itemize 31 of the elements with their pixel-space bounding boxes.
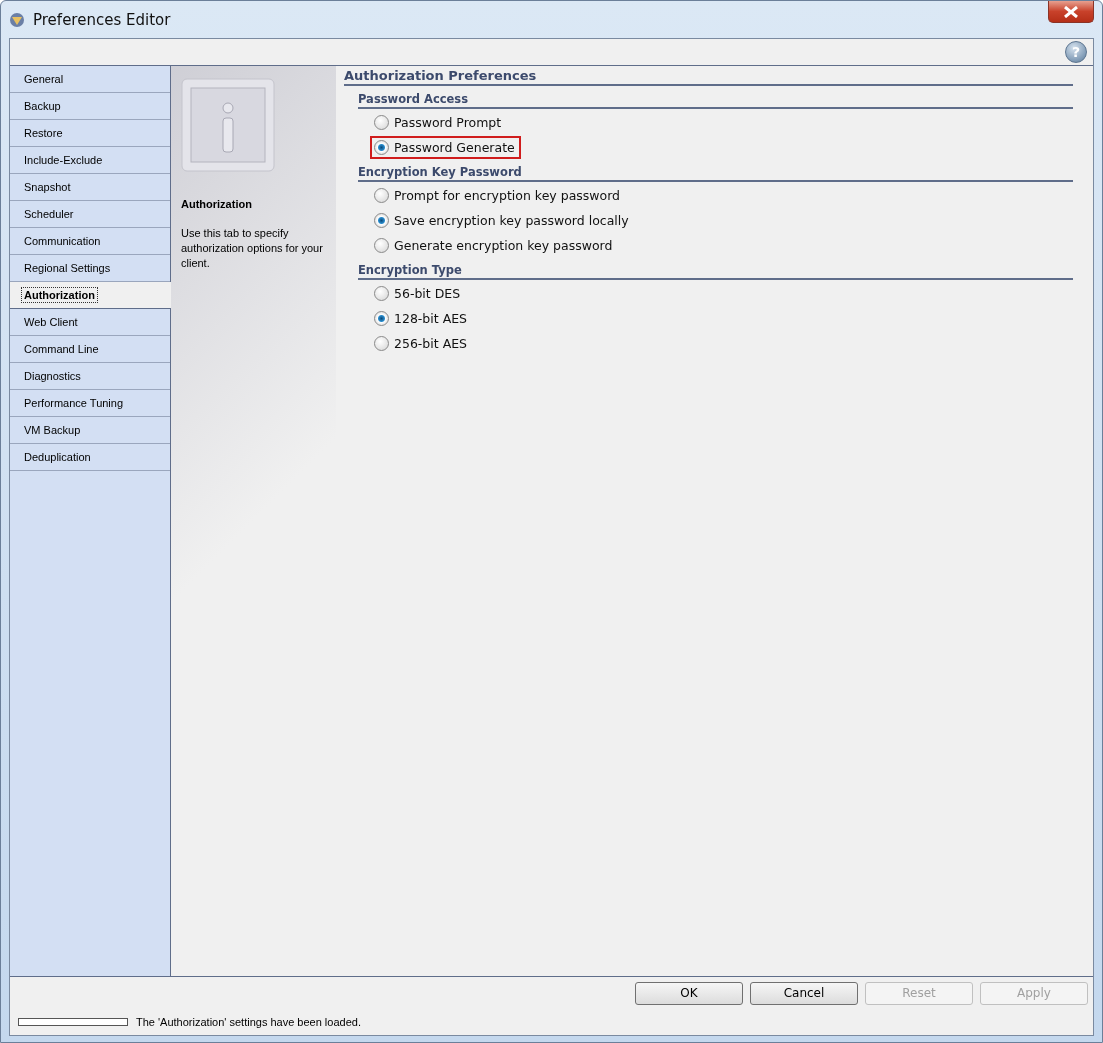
sidebar-tab[interactable]: Authorization bbox=[10, 282, 171, 309]
radio-button[interactable] bbox=[374, 286, 389, 301]
radio-button[interactable] bbox=[374, 311, 389, 326]
info-title: Authorization bbox=[181, 198, 253, 210]
radio-label: 256-bit AES bbox=[394, 336, 468, 351]
radio-label: Prompt for encryption key password bbox=[394, 188, 621, 203]
status-text: The 'Authorization' settings have been loaded. bbox=[136, 1016, 361, 1028]
dialog-button[interactable]: Cancel bbox=[750, 981, 858, 1005]
close-button[interactable] bbox=[1048, 1, 1094, 23]
radio-label: Generate encryption key password bbox=[394, 238, 613, 253]
radio-label: 56-bit DES bbox=[394, 286, 461, 301]
radio-label: Password Generate bbox=[394, 140, 515, 155]
dialog-button[interactable]: OK bbox=[635, 981, 743, 1005]
radio-button[interactable] bbox=[374, 336, 389, 351]
radio-button[interactable] bbox=[374, 188, 389, 203]
radio-button[interactable] bbox=[374, 140, 389, 155]
window-title: Preferences Editor bbox=[33, 10, 171, 29]
radio-button[interactable] bbox=[374, 238, 389, 253]
group-title: Password Access bbox=[358, 90, 1073, 109]
group-title: Encryption Key Password bbox=[358, 163, 1073, 182]
radio-label: Save encryption key password locally bbox=[394, 213, 629, 228]
app-icon bbox=[9, 11, 25, 28]
panel-title: Authorization Preferences bbox=[344, 68, 1073, 86]
radio-button[interactable] bbox=[374, 115, 389, 130]
radio-label: 128-bit AES bbox=[394, 311, 468, 326]
radio-button[interactable] bbox=[374, 213, 389, 228]
info-icon bbox=[181, 78, 275, 172]
info-description: Use this tab to specify authorization options for your client. bbox=[181, 226, 324, 271]
group-title: Encryption Type bbox=[358, 261, 1073, 280]
radio-label: Password Prompt bbox=[394, 115, 502, 130]
close-icon bbox=[1062, 5, 1080, 18]
